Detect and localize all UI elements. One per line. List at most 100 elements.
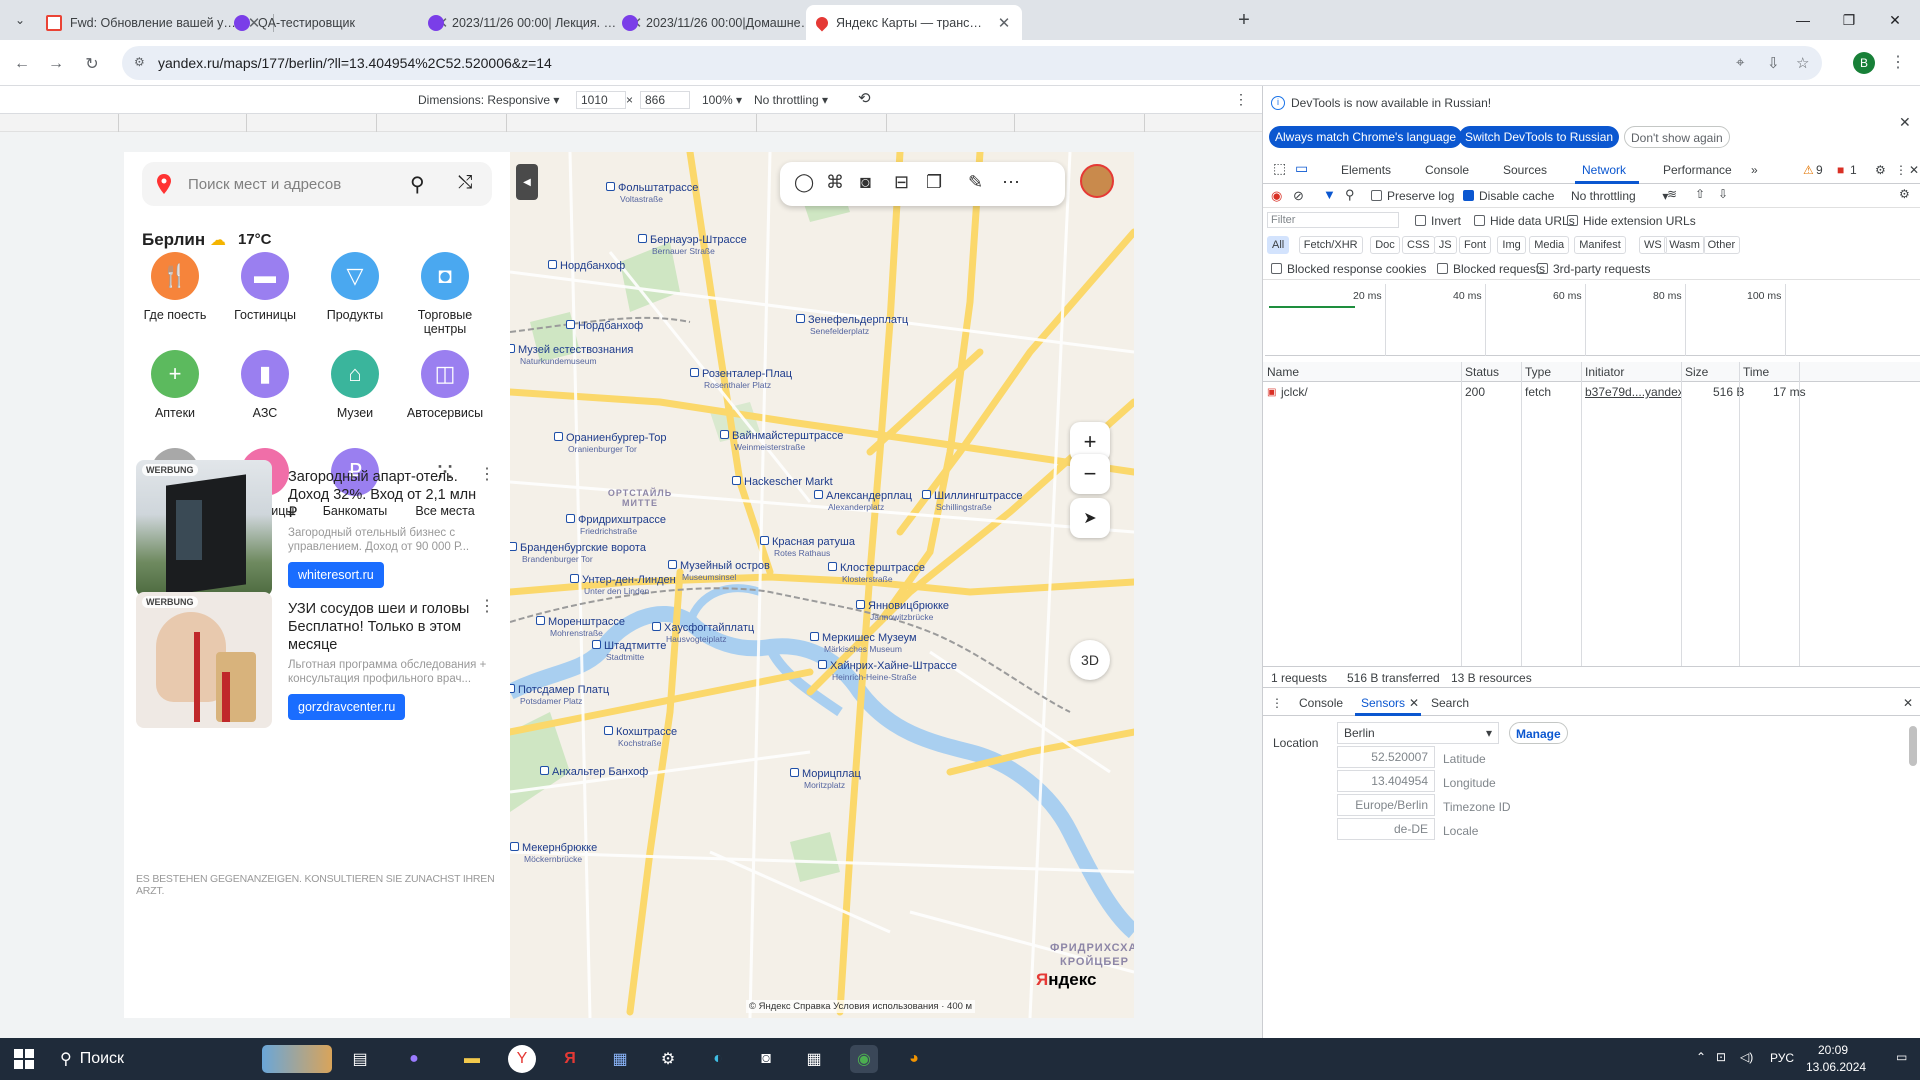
tab-network[interactable]: Network: [1582, 163, 1626, 177]
import-icon[interactable]: ⇧: [1695, 187, 1705, 201]
settings-icon[interactable]: ⚙: [1875, 163, 1886, 177]
error-count[interactable]: 1: [1850, 163, 1857, 177]
ruler-icon[interactable]: ✎: [968, 172, 983, 193]
search-icon[interactable]: ⚲: [410, 172, 425, 197]
throttling-select[interactable]: No throttling ▾: [754, 93, 828, 107]
address-bar[interactable]: ⚙ yandex.ru/maps/177/berlin/?ll=13.40495…: [122, 46, 1822, 80]
tab-performance[interactable]: Performance: [1663, 163, 1732, 177]
metro-station-label[interactable]: Музейный остров Museumsinsel: [668, 560, 770, 582]
site-info-icon[interactable]: ⚙: [134, 55, 150, 71]
request-initiator[interactable]: b37e79d....yandex.ru.js: [1585, 385, 1681, 399]
type-filter-js[interactable]: JS: [1433, 236, 1457, 254]
switch-russian-button[interactable]: Switch DevTools to Russian: [1459, 126, 1620, 148]
category-5[interactable]: + Аптеки: [130, 350, 220, 420]
panorama-icon[interactable]: ⌘: [826, 172, 844, 193]
wifi-icon[interactable]: ≋: [1667, 187, 1677, 201]
metro-station-label[interactable]: Hackescher Markt: [732, 476, 833, 488]
location-icon[interactable]: ⌖: [1736, 54, 1744, 71]
ad-menu-icon[interactable]: ⋮: [479, 464, 495, 484]
restore-button[interactable]: ❐: [1826, 0, 1872, 40]
metro-station-label[interactable]: Александерплац Alexanderplatz: [814, 490, 912, 512]
type-filter-font[interactable]: Font: [1459, 236, 1492, 254]
more-icon[interactable]: ⋯: [1002, 172, 1020, 193]
metro-station-label[interactable]: Ораниенбургер-Тор Oranienburger Tor: [554, 432, 667, 454]
width-input[interactable]: 1010: [576, 91, 626, 109]
ad-menu-icon[interactable]: ⋮: [479, 596, 495, 616]
rotate-icon[interactable]: ⟲: [858, 89, 871, 107]
tab-yandex-maps[interactable]: Яндекс Карты — транспорт, на ✕: [806, 5, 1022, 40]
metro-station-label[interactable]: Бранденбургские ворота Brandenburger Tor: [510, 542, 646, 564]
invert-checkbox[interactable]: [1415, 215, 1426, 226]
hide-ext-urls-checkbox[interactable]: [1567, 215, 1578, 226]
zoom-out-button[interactable]: −: [1070, 454, 1110, 494]
edge-icon[interactable]: ◐: [704, 1045, 732, 1073]
map-layers-icon[interactable]: ❐: [926, 172, 942, 193]
calculator-icon[interactable]: ▦: [800, 1045, 828, 1073]
metro-station-label[interactable]: Мекернбрюкке Möckernbrücke: [510, 842, 597, 864]
col-size[interactable]: Size: [1685, 365, 1708, 379]
clock-time[interactable]: 20:09: [1818, 1043, 1848, 1057]
forward-button[interactable]: →: [42, 50, 70, 78]
user-avatar[interactable]: [1080, 164, 1114, 198]
new-tab-button[interactable]: +: [1232, 8, 1256, 32]
tab-search-dropdown[interactable]: ⌄: [8, 8, 32, 32]
metro-station-label[interactable]: Унтер-ден-Линден Unter den Linden: [570, 574, 676, 596]
metro-station-label[interactable]: Фольштатрассе Voltastraße: [606, 182, 698, 204]
type-filter-ws[interactable]: WS: [1639, 236, 1667, 254]
type-filter-doc[interactable]: Doc: [1370, 236, 1400, 254]
metro-station-label[interactable]: Фридрихштрассе Friedrichstraße: [566, 514, 666, 536]
app-icon[interactable]: ◕: [900, 1045, 928, 1073]
metro-station-label[interactable]: Музей естествознания Naturkundemuseum: [510, 344, 633, 366]
type-filter-other[interactable]: Other: [1702, 236, 1741, 254]
metro-station-label[interactable]: Бернауэр-Штрассе Bernauer Straße: [638, 234, 747, 256]
layers-icon[interactable]: ◯: [794, 172, 814, 193]
ad-title[interactable]: УЗИ сосудов шеи и головы Бесплатно! Толь…: [288, 600, 483, 654]
route-icon[interactable]: ⤭: [458, 172, 472, 193]
more-tabs-icon[interactable]: »: [1751, 163, 1758, 177]
collapse-sidebar-button[interactable]: ◀: [516, 164, 538, 200]
metro-station-label[interactable]: Хайнрих-Хайне-Штрассе Heinrich-Heine-Stra…: [818, 660, 957, 682]
chevron-up-icon[interactable]: ⌃: [1696, 1050, 1706, 1064]
latitude-input[interactable]: 52.520007: [1337, 746, 1435, 768]
category-6[interactable]: ▮ АЗС: [220, 350, 310, 420]
drawer-menu-icon[interactable]: ⋮: [1271, 696, 1283, 710]
devtools-menu-icon[interactable]: ⋮: [1895, 163, 1907, 177]
widgets-icon[interactable]: [262, 1045, 332, 1073]
camera-icon[interactable]: ◙: [752, 1045, 780, 1073]
metro-station-label[interactable]: Вайнмайстерштрассе Weinmeisterstraße: [720, 430, 843, 452]
minimize-button[interactable]: —: [1780, 0, 1826, 40]
type-filter-wasm[interactable]: Wasm: [1664, 236, 1705, 254]
category-3[interactable]: ▽ Продукты: [310, 252, 400, 322]
device-toggle-icon[interactable]: ▭: [1295, 160, 1308, 177]
search-input[interactable]: Поиск мест и адресов ⚲ ⤭: [142, 162, 492, 206]
tab-console[interactable]: Console: [1425, 163, 1469, 177]
ad-card[interactable]: WERBUNG УЗИ сосудов шеи и головы Бесплат…: [136, 592, 496, 728]
warning-count[interactable]: 9: [1816, 163, 1823, 177]
search-icon[interactable]: ⚲: [1345, 187, 1355, 203]
warning-icon[interactable]: ⚠: [1803, 163, 1814, 177]
col-name[interactable]: Name: [1267, 365, 1299, 379]
filter-input[interactable]: Filter: [1267, 212, 1399, 228]
locale-input[interactable]: de-DE: [1337, 818, 1435, 840]
metro-station-label[interactable]: Клостерштрассе Klosterstraße: [828, 562, 925, 584]
url-text[interactable]: yandex.ru/maps/177/berlin/?ll=13.404954%…: [158, 55, 552, 71]
clear-icon[interactable]: ⊘: [1293, 188, 1304, 204]
locate-me-button[interactable]: ➤: [1070, 498, 1110, 538]
metro-station-label[interactable]: Шиллингштрассе Schillingstraße: [922, 490, 1023, 512]
col-type[interactable]: Type: [1525, 365, 1551, 379]
drawer-tab-search[interactable]: Search: [1431, 696, 1469, 710]
location-select[interactable]: Berlin ▾: [1337, 722, 1499, 744]
type-filter-img[interactable]: Img: [1497, 236, 1526, 254]
height-input[interactable]: 866: [640, 91, 690, 109]
preserve-log-checkbox[interactable]: [1371, 190, 1382, 201]
yandex-browser-icon[interactable]: Y: [508, 1045, 536, 1073]
timezone-input[interactable]: Europe/Berlin: [1337, 794, 1435, 816]
col-time[interactable]: Time: [1743, 365, 1769, 379]
network-throttling-select[interactable]: No throttling ▾: [1571, 189, 1668, 203]
zoom-select[interactable]: 100% ▾: [702, 93, 742, 107]
record-icon[interactable]: ◉: [1271, 188, 1282, 204]
back-button[interactable]: ←: [8, 50, 36, 78]
notepad-icon[interactable]: ▦: [606, 1045, 634, 1073]
type-filter-all[interactable]: All: [1267, 236, 1290, 254]
network-overview-timeline[interactable]: 20 ms 40 ms 60 ms 80 ms 100 ms: [1265, 284, 1920, 356]
